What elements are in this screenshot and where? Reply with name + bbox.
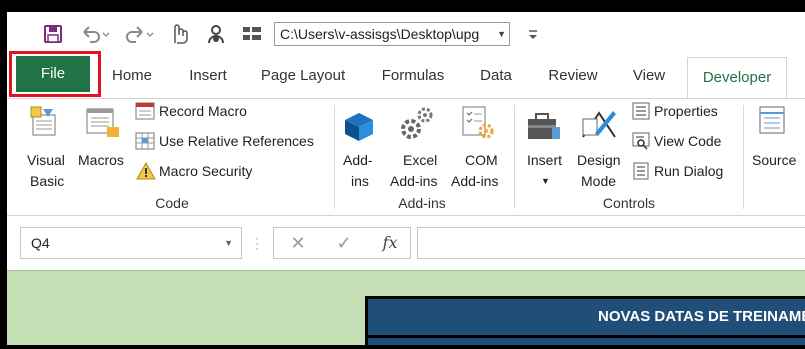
path-text: C:\Users\v-assisgs\Desktop\upg <box>280 26 480 42</box>
macro-security-label[interactable]: Macro Security <box>159 162 252 180</box>
banner-row-two[interactable] <box>365 338 805 345</box>
record-macro-label[interactable]: Record Macro <box>159 102 247 120</box>
customize-icon[interactable] <box>523 21 543 47</box>
code-group-label: Code <box>155 195 189 211</box>
tab-developer[interactable]: Developer <box>687 57 787 99</box>
addins-group-label: Add-ins <box>398 195 446 211</box>
cancel-icon[interactable]: ✕ <box>285 227 311 259</box>
chevron-down-icon[interactable]: ▼ <box>497 23 506 45</box>
visual-basic-button[interactable] <box>27 105 61 144</box>
tab-page-layout[interactable]: Page Layout <box>257 63 349 89</box>
tab-formulas[interactable]: Formulas <box>377 63 449 89</box>
group-divider <box>334 105 335 209</box>
ribbon-tabs: Home Insert Page Layout Formulas Data Re… <box>7 54 805 98</box>
insert-control-label: Insert <box>527 152 563 168</box>
controls-group-label: Controls <box>602 195 656 211</box>
group-divider <box>743 105 744 209</box>
file-tab-highlight <box>9 51 101 97</box>
properties-label[interactable]: Properties <box>654 102 718 120</box>
com-addins-label-2: Add-ins <box>451 173 499 189</box>
more-options-icon[interactable]: ⋮ <box>250 227 264 259</box>
design-mode-label-1: Design <box>577 152 621 168</box>
visual-basic-label-1: Visual <box>27 152 65 168</box>
record-macro-icon[interactable] <box>135 102 155 125</box>
com-addins-button[interactable] <box>460 105 496 146</box>
addins-label-2: ins <box>351 173 369 189</box>
insert-function-icon[interactable]: fx <box>377 227 403 259</box>
share-icon[interactable] <box>203 21 229 47</box>
formula-input[interactable] <box>417 227 805 259</box>
tab-view[interactable]: View <box>627 63 671 89</box>
banner-title: NOVAS DATAS DE TREINAMENTO <box>598 308 805 325</box>
source-button[interactable] <box>757 105 787 140</box>
worksheet-area[interactable]: NOVAS DATAS DE TREINAMENTO <box>7 270 805 345</box>
source-label: Source <box>752 152 797 168</box>
group-divider <box>514 105 515 209</box>
excel-window: C:\Users\v-assisgs\Desktop\upg ▼ Home In… <box>7 12 805 345</box>
chevron-down-icon[interactable]: ▼ <box>541 172 550 190</box>
relative-references-icon[interactable] <box>135 132 155 155</box>
quick-access-toolbar: C:\Users\v-assisgs\Desktop\upg ▼ <box>7 12 805 54</box>
com-addins-label-1: COM <box>465 152 498 168</box>
undo-icon[interactable] <box>77 21 113 47</box>
enter-icon[interactable]: ✓ <box>331 227 357 259</box>
visual-basic-label-2: Basic <box>30 173 65 189</box>
relative-references-label[interactable]: Use Relative References <box>159 132 314 150</box>
name-box[interactable]: Q4 ▼ <box>20 227 242 259</box>
design-mode-button[interactable] <box>579 105 617 146</box>
formula-bar: Q4 ▼ ⋮ ✕ ✓ fx <box>7 216 805 270</box>
chevron-down-icon[interactable]: ▼ <box>224 228 233 258</box>
developer-ribbon: Visual Basic Macros Record Macro Use Rel… <box>7 98 805 216</box>
tab-home[interactable]: Home <box>107 63 157 89</box>
save-icon[interactable] <box>41 21 65 47</box>
view-code-icon[interactable] <box>632 132 650 155</box>
tab-data[interactable]: Data <box>473 63 519 89</box>
tab-insert[interactable]: Insert <box>183 63 233 89</box>
excel-addins-button[interactable] <box>399 105 435 146</box>
run-dialog-icon[interactable] <box>632 162 650 185</box>
addins-button[interactable] <box>342 111 376 148</box>
macro-security-icon[interactable] <box>136 161 156 185</box>
view-code-label[interactable]: View Code <box>654 132 721 150</box>
name-box-value: Q4 <box>31 235 50 251</box>
grid-icon[interactable] <box>239 21 265 47</box>
path-combobox[interactable]: C:\Users\v-assisgs\Desktop\upg ▼ <box>274 22 510 46</box>
excel-addins-label-2: Add-ins <box>390 173 438 189</box>
design-mode-label-2: Mode <box>581 173 617 189</box>
macros-label: Macros <box>78 152 124 168</box>
addins-label-1: Add- <box>343 152 373 168</box>
properties-icon[interactable] <box>632 102 650 125</box>
tab-review[interactable]: Review <box>543 63 603 89</box>
touch-mode-icon[interactable] <box>167 21 193 47</box>
run-dialog-label[interactable]: Run Dialog <box>654 162 723 180</box>
excel-addins-label-1: Excel <box>403 152 438 168</box>
toolbox-insert-button[interactable] <box>526 111 562 148</box>
macros-button[interactable] <box>83 107 123 146</box>
title-banner-cell[interactable]: NOVAS DATAS DE TREINAMENTO <box>365 296 805 338</box>
redo-icon[interactable] <box>121 21 157 47</box>
